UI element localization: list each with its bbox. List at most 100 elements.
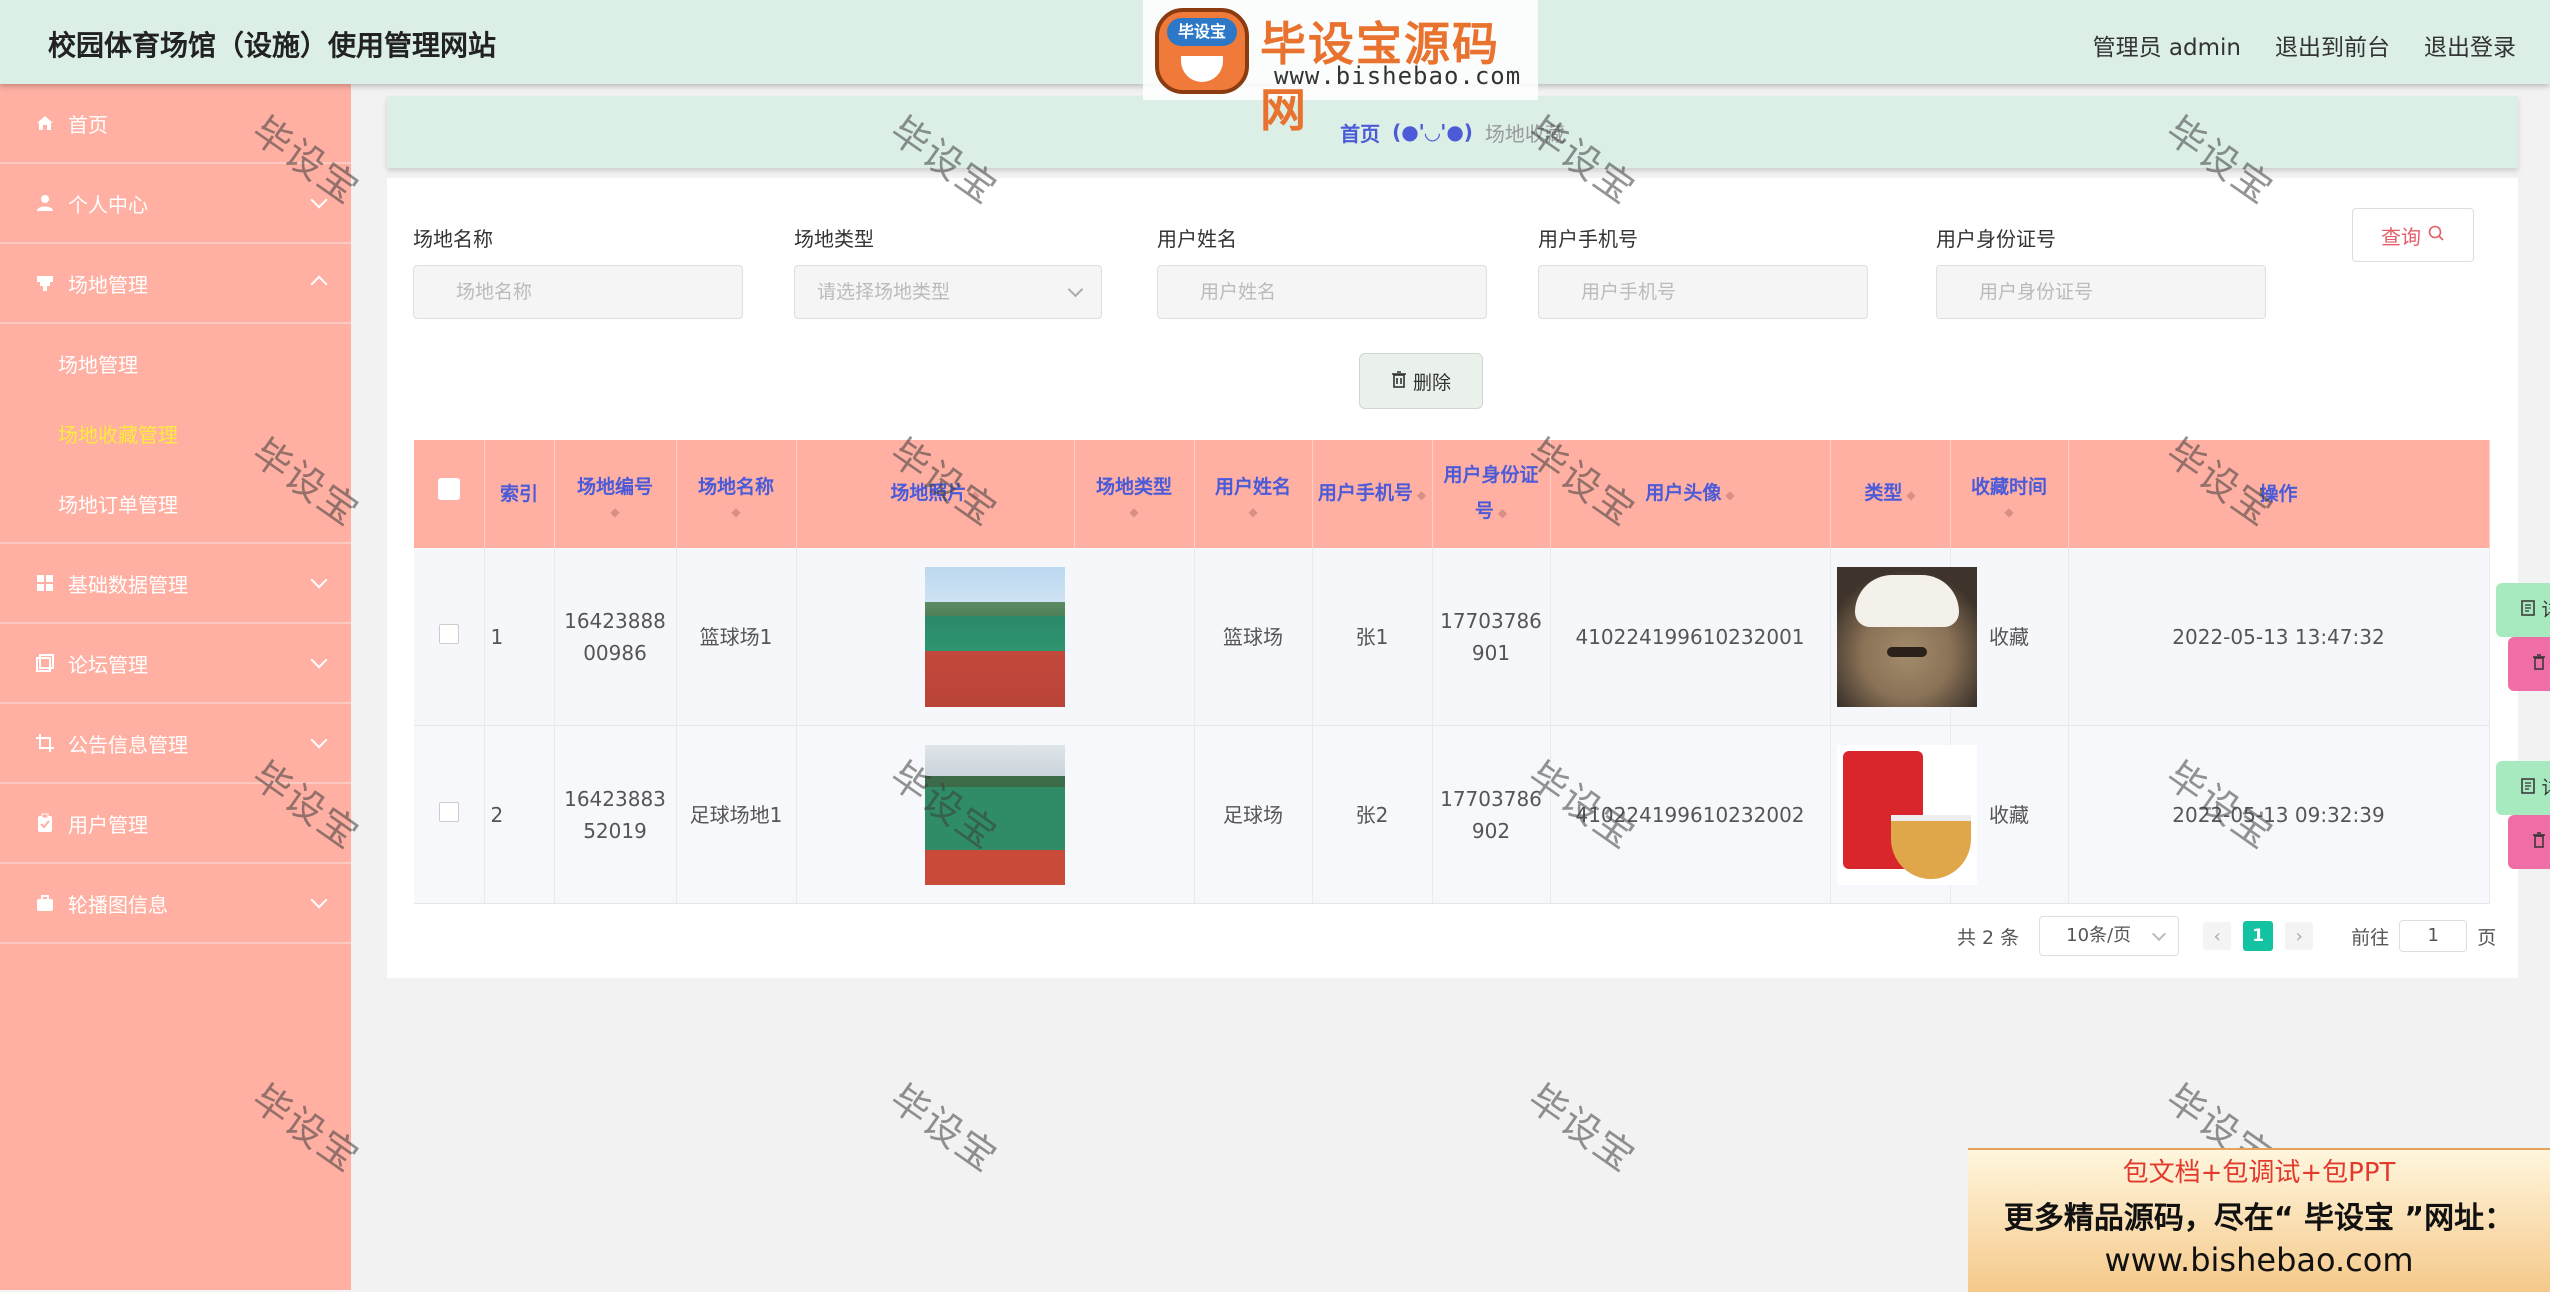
cell-user-name: 张1 bbox=[1312, 548, 1432, 726]
col-user-phone[interactable]: 用户手机号◆ bbox=[1312, 440, 1432, 548]
col-user-idcard-label: 用户身份证号 bbox=[1443, 464, 1538, 522]
detail-button[interactable]: 详情 bbox=[2496, 761, 2550, 815]
sort-icon: ◆ bbox=[681, 505, 792, 519]
cat-avatar-photo[interactable] bbox=[1837, 567, 1977, 707]
cell-avatar bbox=[1830, 548, 1950, 726]
forum-icon bbox=[34, 652, 56, 674]
table-header-row: 索引 场地编号◆ 场地名称◆ 场地照片◆ 场地类型◆ 用户姓名◆ 用户手机号◆ … bbox=[414, 440, 2489, 548]
col-venue-no[interactable]: 场地编号◆ bbox=[554, 440, 676, 548]
sort-icon: ◆ bbox=[1906, 488, 1915, 502]
sidebar-item-notice[interactable]: 公告信息管理 bbox=[0, 704, 351, 784]
col-time[interactable]: 收藏时间◆ bbox=[1950, 440, 2068, 548]
user-name-input[interactable]: 用户姓名 bbox=[1157, 265, 1487, 319]
sidebar-item-venue[interactable]: 场地管理 bbox=[0, 244, 351, 324]
sidebar: 首页 个人中心 场地管理 场地管理 场地收藏管理 场地订单管理 基础数据管理 论… bbox=[0, 84, 351, 1290]
snack-avatar-photo[interactable] bbox=[1837, 745, 1977, 885]
pagination: 共 2 条 10条/页 ‹ 1 › 前往 1 页 bbox=[1957, 916, 2496, 956]
watermark-text: 毕设宝 bbox=[881, 1069, 1011, 1183]
admin-user-label[interactable]: 管理员 admin bbox=[2093, 28, 2241, 62]
col-time-label: 收藏时间 bbox=[1971, 476, 2047, 498]
chevron-down-icon bbox=[311, 192, 328, 209]
goto-page-input[interactable]: 1 bbox=[2399, 920, 2467, 952]
basketball-court-photo[interactable] bbox=[925, 567, 1065, 707]
user-idcard-label: 用户身份证号 bbox=[1936, 223, 2056, 252]
logout-link[interactable]: 退出登录 bbox=[2424, 28, 2516, 62]
col-venue-type-label: 场地类型 bbox=[1096, 476, 1172, 498]
sidebar-item-label: 个人中心 bbox=[68, 189, 148, 218]
total-count: 共 2 条 bbox=[1957, 923, 2019, 950]
col-venue-type[interactable]: 场地类型◆ bbox=[1074, 440, 1194, 548]
sidebar-item-carousel[interactable]: 轮播图信息 bbox=[0, 864, 351, 944]
football-court-photo[interactable] bbox=[925, 745, 1065, 885]
cell-venue-type: 足球场 bbox=[1194, 726, 1312, 904]
cell-phone: 17703786902 bbox=[1432, 726, 1550, 904]
delete-button[interactable]: 删除 bbox=[2508, 637, 2550, 691]
row-select-cell bbox=[414, 548, 484, 726]
col-type[interactable]: 类型 ◆ bbox=[1830, 440, 1950, 548]
cell-venue-no: 1642388352019 bbox=[554, 726, 676, 904]
next-page-button[interactable]: › bbox=[2285, 922, 2313, 950]
trash-icon bbox=[1391, 370, 1407, 393]
prev-page-button[interactable]: ‹ bbox=[2203, 922, 2231, 950]
select-all-checkbox[interactable] bbox=[438, 478, 460, 500]
query-button-label: 查询 bbox=[2381, 221, 2421, 250]
col-index: 索引 bbox=[484, 440, 554, 548]
submenu-venue-orders[interactable]: 场地订单管理 bbox=[0, 468, 351, 538]
venue-name-label: 场地名称 bbox=[413, 223, 493, 252]
sidebar-item-home[interactable]: 首页 bbox=[0, 84, 351, 164]
document-icon bbox=[2521, 594, 2535, 626]
sidebar-item-users[interactable]: 用户管理 bbox=[0, 784, 351, 864]
chevron-up-icon bbox=[311, 276, 328, 293]
col-user-avatar[interactable]: 用户头像◆ bbox=[1550, 440, 1830, 548]
back-to-front-link[interactable]: 退出到前台 bbox=[2275, 28, 2390, 62]
sidebar-item-label: 轮播图信息 bbox=[68, 889, 168, 918]
sidebar-item-label: 场地管理 bbox=[68, 269, 148, 298]
crop-icon bbox=[34, 732, 56, 754]
submenu-venue-manage[interactable]: 场地管理 bbox=[0, 328, 351, 398]
header-links: 管理员 admin 退出到前台 退出登录 bbox=[2093, 28, 2516, 62]
sidebar-item-base-data[interactable]: 基础数据管理 bbox=[0, 544, 351, 624]
col-type-label: 类型 bbox=[1864, 482, 1902, 504]
row-checkbox[interactable] bbox=[439, 624, 459, 644]
user-idcard-input[interactable]: 用户身份证号 bbox=[1936, 265, 2266, 319]
col-venue-photo-label: 场地照片 bbox=[890, 482, 966, 504]
sidebar-item-forum[interactable]: 论坛管理 bbox=[0, 624, 351, 704]
watermark-text: 毕设宝 bbox=[1519, 1069, 1649, 1183]
watermark-logo: 毕设宝 毕设宝源码网 www.bishebao.com bbox=[1143, 0, 1538, 100]
promo-line-2: 更多精品源码，尽在“ 毕设宝 ”网址： bbox=[1968, 1193, 2550, 1237]
col-user-idcard[interactable]: 用户身份证号◆ bbox=[1432, 440, 1550, 548]
favorites-table: 索引 场地编号◆ 场地名称◆ 场地照片◆ 场地类型◆ 用户姓名◆ 用户手机号◆ … bbox=[414, 440, 2490, 904]
col-venue-name-label: 场地名称 bbox=[698, 476, 774, 498]
document-icon bbox=[2521, 772, 2535, 804]
sidebar-item-label: 基础数据管理 bbox=[68, 569, 188, 598]
select-all-cell bbox=[414, 440, 484, 548]
col-user-phone-label: 用户手机号 bbox=[1318, 482, 1413, 504]
cell-index: 2 bbox=[484, 726, 554, 904]
sidebar-item-profile[interactable]: 个人中心 bbox=[0, 164, 351, 244]
detail-label: 详情 bbox=[2541, 772, 2550, 804]
row-checkbox[interactable] bbox=[439, 802, 459, 822]
venue-type-select[interactable]: 请选择场地类型 bbox=[794, 265, 1102, 319]
chevron-down-icon bbox=[311, 732, 328, 749]
content-card: 场地名称 场地名称 场地类型 请选择场地类型 用户姓名 用户姓名 用户手机号 用… bbox=[387, 178, 2518, 978]
venue-icon bbox=[34, 272, 56, 294]
user-phone-input[interactable]: 用户手机号 bbox=[1538, 265, 1868, 319]
page-number-current[interactable]: 1 bbox=[2243, 921, 2273, 951]
col-venue-photo[interactable]: 场地照片◆ bbox=[796, 440, 1074, 548]
goto-page: 前往 1 页 bbox=[2351, 920, 2496, 952]
delete-button[interactable]: 删除 bbox=[2508, 815, 2550, 869]
query-button[interactable]: 查询 bbox=[2352, 208, 2474, 262]
logo-mouth bbox=[1181, 56, 1223, 82]
user-phone-label: 用户手机号 bbox=[1538, 223, 1638, 252]
col-user-name[interactable]: 用户姓名◆ bbox=[1194, 440, 1312, 548]
submenu-venue-favorites[interactable]: 场地收藏管理 bbox=[0, 398, 351, 468]
venue-type-placeholder: 请选择场地类型 bbox=[817, 281, 950, 303]
detail-button[interactable]: 详情 bbox=[2496, 583, 2550, 637]
cell-venue-photo bbox=[796, 726, 1194, 904]
batch-delete-button[interactable]: 删除 bbox=[1359, 353, 1483, 409]
venue-name-input[interactable]: 场地名称 bbox=[413, 265, 743, 319]
grid-icon bbox=[34, 572, 56, 594]
col-venue-name[interactable]: 场地名称 ◆ bbox=[676, 440, 796, 548]
sort-icon: ◆ bbox=[1725, 488, 1734, 502]
page-size-select[interactable]: 10条/页 bbox=[2039, 916, 2179, 956]
